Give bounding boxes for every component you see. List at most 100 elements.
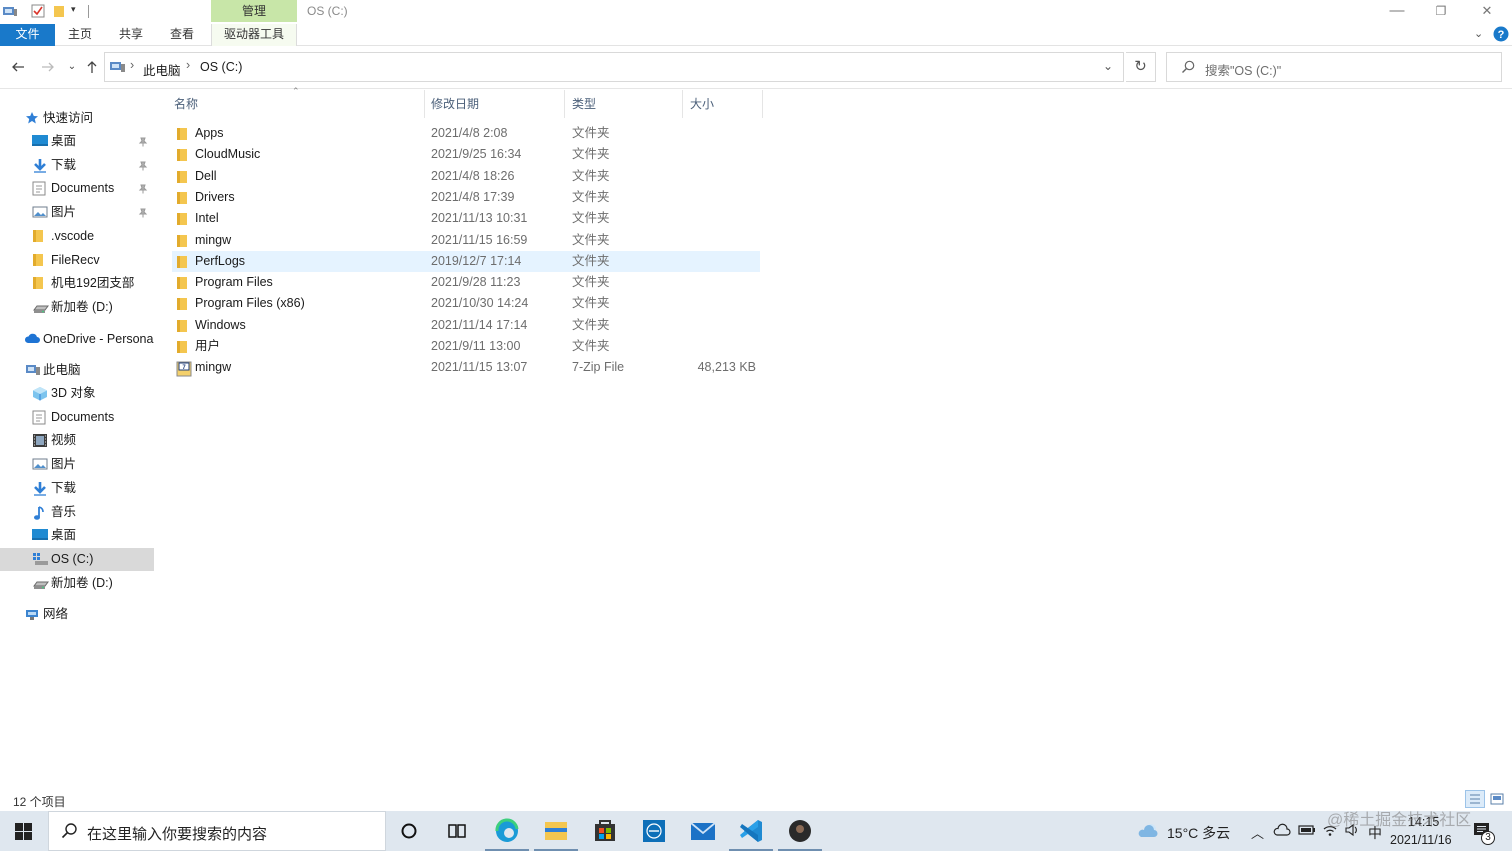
onedrive-cloud-icon (24, 332, 40, 347)
minimize-button[interactable]: — (1374, 0, 1420, 24)
pin-icon[interactable] (138, 130, 148, 147)
search-box[interactable]: 搜索"OS (C:)" (1166, 52, 1502, 82)
file-row[interactable]: 用户 2021/9/11 13:00 文件夹 (172, 336, 760, 357)
breadcrumb-separator[interactable]: › (130, 58, 134, 72)
tab-share[interactable]: 共享 (111, 24, 151, 46)
cortana-icon[interactable] (386, 811, 434, 851)
column-header-size[interactable]: 大小 (682, 90, 763, 118)
context-tab-manage[interactable]: 管理 (211, 0, 297, 22)
task-view-icon[interactable] (434, 811, 482, 851)
file-row[interactable]: Dell 2021/4/8 18:26 文件夹 (172, 166, 760, 187)
close-button[interactable]: ✕ (1464, 0, 1510, 24)
nav-item[interactable]: 桌面 (0, 524, 154, 547)
nav-quick-access[interactable]: 快速访问 (0, 107, 154, 130)
nav-network[interactable]: 网络 (0, 603, 154, 626)
file-row[interactable]: Program Files 2021/9/28 11:23 文件夹 (172, 272, 760, 293)
file-explorer-icon[interactable] (532, 811, 580, 851)
breadcrumb-separator[interactable]: › (186, 58, 190, 72)
nav-item[interactable]: 新加卷 (D:) (0, 572, 154, 595)
nav-item[interactable]: Documents (0, 177, 154, 200)
folder-icon (176, 212, 188, 226)
dell-icon[interactable] (630, 811, 678, 851)
show-hidden-icons-icon[interactable]: ︿ (1251, 823, 1264, 842)
taskbar-search-box[interactable]: 在这里输入你要搜索的内容 (48, 811, 386, 851)
file-type: 7-Zip File (572, 360, 625, 375)
mail-icon[interactable] (679, 811, 727, 851)
forward-button[interactable] (38, 57, 58, 77)
address-dropdown-icon[interactable]: ⌄ (1103, 59, 1113, 73)
file-row[interactable]: mingw 2021/11/15 16:59 文件夹 (172, 230, 760, 251)
file-row[interactable]: Apps 2021/4/8 2:08 文件夹 (172, 123, 760, 144)
new-folder-icon[interactable] (53, 4, 65, 18)
weather-icon[interactable] (1137, 823, 1159, 839)
column-header-modified[interactable]: 修改日期 (423, 90, 565, 118)
file-row[interactable]: Program Files (x86) 2021/10/30 14:24 文件夹 (172, 293, 760, 314)
address-bar[interactable]: › 此电脑 › OS (C:) ⌄ (104, 52, 1124, 82)
tab-home[interactable]: 主页 (60, 24, 100, 46)
app-icon[interactable] (2, 4, 18, 18)
nav-item[interactable]: 3D 对象 (0, 382, 154, 405)
weather-text[interactable]: 15°C 多云 (1167, 823, 1230, 843)
tab-view[interactable]: 查看 (162, 24, 202, 46)
folder-icon (176, 127, 188, 141)
nav-onedrive-label: OneDrive - Persona (43, 332, 154, 346)
vscode-icon[interactable] (727, 811, 775, 851)
up-button[interactable] (82, 57, 102, 77)
nav-item[interactable]: OS (C:) (0, 547, 154, 571)
recent-locations-icon[interactable]: ⌄ (62, 57, 82, 77)
file-name: Dell (195, 168, 217, 183)
document-icon (32, 410, 48, 425)
clock-date[interactable]: 2021/11/16 (1390, 833, 1452, 847)
nav-item[interactable]: FileRecv (0, 249, 154, 272)
tab-drive-tools[interactable]: 驱动器工具 (211, 24, 297, 46)
nav-item[interactable]: 音乐 (0, 501, 154, 524)
pin-icon[interactable] (138, 177, 148, 194)
breadcrumb-this-pc[interactable]: 此电脑 (143, 60, 181, 79)
file-row[interactable]: 7 mingw 2021/11/15 13:07 7-Zip File 48,213 K… (172, 357, 760, 378)
help-icon[interactable]: ? (1493, 26, 1509, 42)
nav-item[interactable]: 新加卷 (D:) (0, 296, 154, 319)
music-app-icon[interactable] (776, 811, 824, 851)
back-button[interactable] (8, 57, 28, 77)
nav-item[interactable]: 桌面 (0, 130, 154, 153)
title-bar: ▾ 管理 OS (C:) — ❐ ✕ (0, 0, 1512, 24)
nav-item[interactable]: 下载 (0, 154, 154, 177)
expand-ribbon-icon[interactable]: ⌄ (1474, 27, 1483, 40)
nav-onedrive[interactable]: OneDrive - Persona (0, 328, 154, 351)
nav-item[interactable]: 图片 (0, 453, 154, 476)
refresh-button[interactable]: ↻ (1126, 52, 1156, 82)
qat-dropdown-icon[interactable]: ▾ (71, 4, 76, 15)
nav-item-label: .vscode (51, 228, 95, 243)
windows-start-icon[interactable] (15, 823, 32, 840)
tab-file[interactable]: 文件 (0, 24, 55, 46)
nav-item[interactable]: .vscode (0, 225, 154, 248)
store-icon[interactable] (581, 811, 629, 851)
file-name: mingw (195, 360, 232, 375)
battery-icon[interactable] (1298, 823, 1316, 837)
download-icon (32, 481, 48, 496)
file-modified: 2021/9/11 13:00 (431, 339, 521, 353)
nav-this-pc[interactable]: 此电脑 (0, 359, 154, 382)
folder-icon (176, 170, 188, 184)
file-row[interactable]: Intel 2021/11/13 10:31 文件夹 (172, 208, 760, 229)
breadcrumb-os-c[interactable]: OS (C:) (200, 60, 242, 74)
nav-item[interactable]: 下载 (0, 477, 154, 500)
large-icons-view-button[interactable] (1489, 791, 1505, 807)
nav-item[interactable]: Documents (0, 406, 154, 429)
file-row[interactable]: Windows 2021/11/14 17:14 文件夹 (172, 315, 760, 336)
nav-item[interactable]: 图片 (0, 201, 154, 224)
nav-item[interactable]: 视频 (0, 429, 154, 452)
restore-button[interactable]: ❐ (1418, 0, 1464, 24)
nav-item[interactable]: 机电192团支部 (0, 272, 154, 295)
column-header-name[interactable]: 名称 (166, 90, 425, 118)
file-row[interactable]: Drivers 2021/4/8 17:39 文件夹 (172, 187, 760, 208)
file-row[interactable]: PerfLogs 2019/12/7 17:14 文件夹 (172, 250, 760, 272)
edge-icon[interactable] (483, 811, 531, 851)
pin-icon[interactable] (138, 154, 148, 171)
navigation-pane: 快速访问 桌面 下载 Documents 图片 .vscode FileRecv 机电192… (0, 90, 160, 790)
file-row[interactable]: CloudMusic 2021/9/25 16:34 文件夹 (172, 144, 760, 165)
onedrive-tray-icon[interactable] (1273, 823, 1291, 837)
pin-icon[interactable] (138, 201, 148, 218)
properties-icon[interactable] (31, 4, 45, 18)
column-header-type[interactable]: 类型 (564, 90, 683, 118)
